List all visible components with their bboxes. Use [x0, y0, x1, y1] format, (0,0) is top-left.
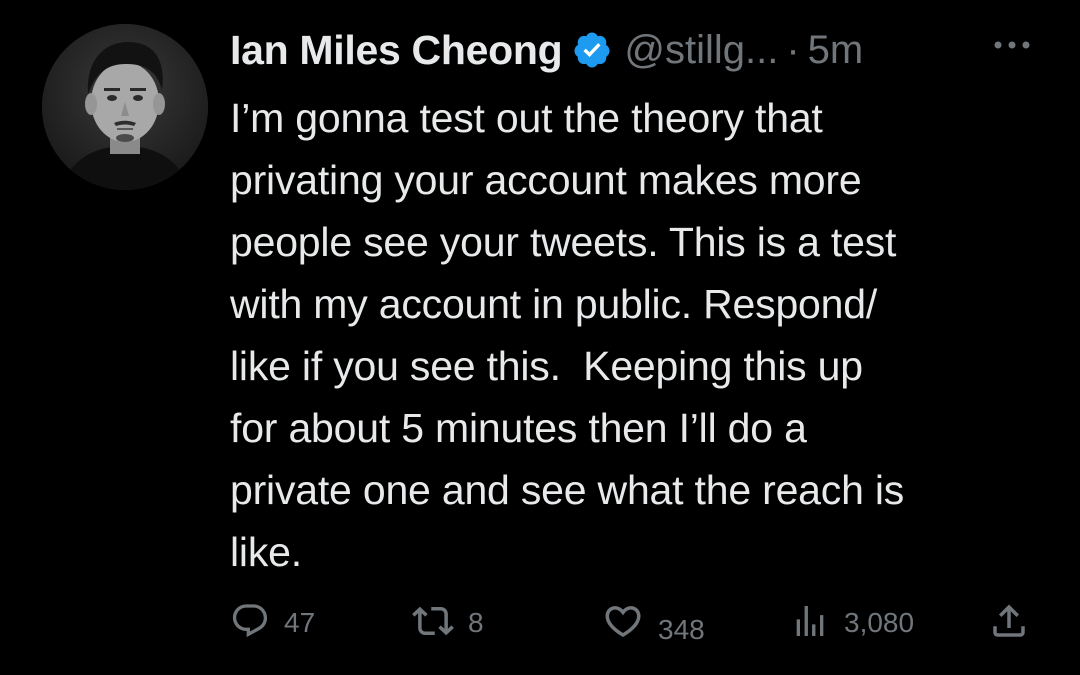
tweet[interactable]: Ian Miles Cheong @stillg... · 5m I’m gon…: [0, 0, 1080, 675]
author-display-name[interactable]: Ian Miles Cheong: [230, 27, 563, 74]
share-button[interactable]: [988, 598, 1030, 648]
views-button[interactable]: 3,080: [790, 598, 914, 648]
header-separator: ·: [786, 27, 800, 72]
avatar[interactable]: [42, 24, 208, 190]
retweet-icon: [412, 600, 454, 647]
reply-icon: [230, 601, 270, 646]
heart-icon: [602, 600, 644, 647]
verified-badge-icon: [572, 30, 612, 70]
more-options-icon[interactable]: [990, 30, 1034, 60]
author-handle[interactable]: @stillg...: [624, 28, 778, 73]
views-icon: [790, 601, 830, 646]
views-count: 3,080: [844, 607, 915, 638]
retweet-count: 8: [468, 607, 484, 638]
tweet-timestamp[interactable]: 5m: [808, 28, 864, 73]
like-count: 348: [658, 614, 705, 645]
retweet-button[interactable]: 8: [412, 598, 484, 648]
tweet-text: I’m gonna test out the theory that priva…: [230, 95, 905, 575]
reply-count: 47: [284, 607, 316, 638]
share-icon: [988, 600, 1030, 647]
like-button[interactable]: 348: [602, 598, 705, 648]
reply-button[interactable]: 47: [230, 598, 315, 648]
tweet-header: Ian Miles Cheong @stillg... · 5m: [230, 22, 863, 78]
